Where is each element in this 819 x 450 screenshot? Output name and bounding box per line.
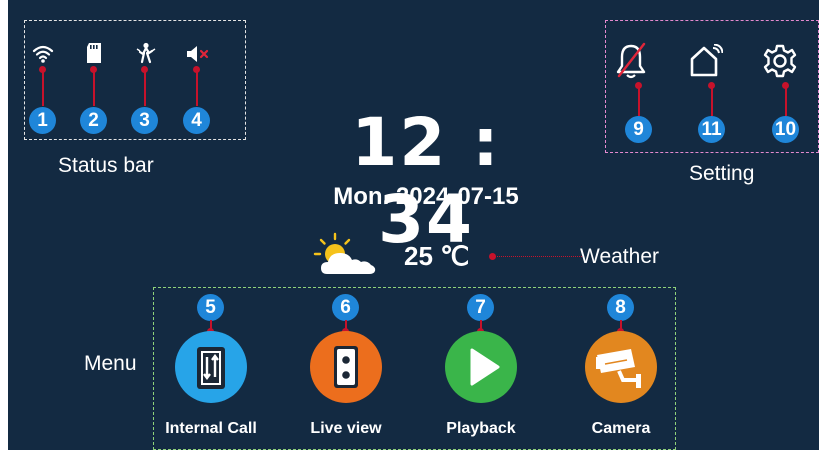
live-view-label: Live view	[310, 420, 382, 437]
home-screen: 1 2 3 4 Status bar 12 : 34 Mon. 2024-07-…	[8, 0, 819, 450]
menu-badge-5: 5	[197, 294, 224, 321]
wifi-icon	[32, 44, 54, 64]
menu-label: Menu	[84, 352, 137, 375]
status-badge-3: 3	[131, 107, 158, 134]
temperature-value: 25 ℃	[404, 241, 470, 271]
menu-badge-6: 6	[332, 294, 359, 321]
camera-label: Camera	[591, 420, 651, 437]
playback-label: Playback	[446, 420, 516, 437]
gear-icon[interactable]	[763, 44, 797, 78]
menu-badge-7: 7	[467, 294, 494, 321]
status-connector-3	[144, 70, 146, 106]
status-connector-2	[93, 70, 95, 106]
status-badge-4: 4	[183, 107, 210, 134]
status-badge-1: 1	[29, 107, 56, 134]
partly-cloudy-icon	[313, 232, 379, 278]
play-icon	[470, 348, 500, 386]
internal-call-button[interactable]	[175, 331, 247, 403]
weather-connector	[492, 256, 582, 257]
setting-badge-9: 9	[625, 116, 652, 143]
setting-badge-11: 11	[698, 116, 725, 143]
door-station-icon	[334, 346, 358, 388]
weather-label: Weather	[580, 245, 659, 268]
internal-call-label: Internal Call	[165, 420, 257, 437]
clock-date: Mon. 2024-07-15	[333, 183, 519, 210]
status-bar-label: Status bar	[58, 154, 154, 177]
setting-connector-10	[785, 86, 787, 116]
status-badge-2: 2	[80, 107, 107, 134]
speaker-muted-icon	[185, 45, 211, 63]
setting-connector-9	[638, 86, 640, 116]
setting-connector-11	[711, 86, 713, 116]
motion-detection-icon	[135, 42, 157, 64]
cctv-camera-icon	[596, 349, 641, 388]
playback-button[interactable]	[445, 331, 517, 403]
bell-off-icon[interactable]	[616, 42, 646, 80]
camera-button[interactable]	[585, 331, 657, 403]
sd-card-icon	[85, 42, 103, 64]
setting-badge-10: 10	[772, 116, 799, 143]
menu-badge-8: 8	[607, 294, 634, 321]
live-view-button[interactable]	[310, 331, 382, 403]
intercom-icon	[197, 347, 225, 389]
status-connector-1	[42, 70, 44, 106]
smart-home-icon[interactable]	[689, 44, 723, 78]
setting-label: Setting	[689, 162, 755, 185]
status-connector-4	[196, 70, 198, 106]
